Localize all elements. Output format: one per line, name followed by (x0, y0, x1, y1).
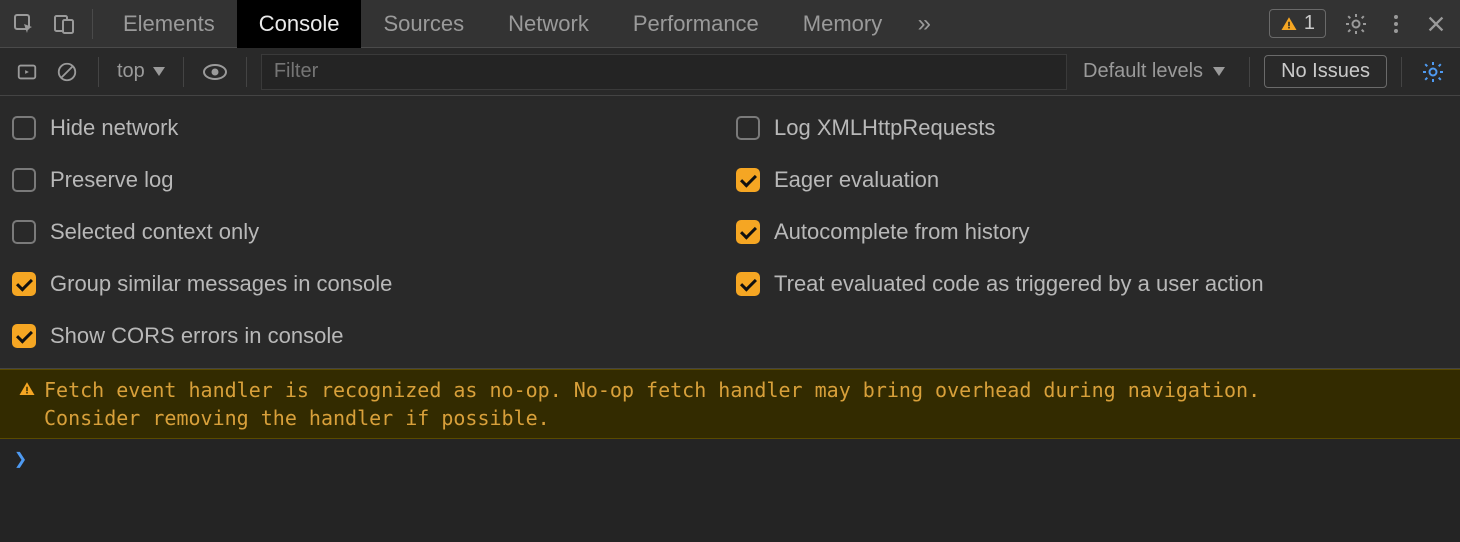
close-devtools-icon[interactable] (1416, 0, 1456, 48)
warning-icon (18, 380, 36, 398)
log-levels-selector[interactable]: Default levels (1073, 60, 1235, 83)
checkbox-label: Eager evaluation (774, 167, 939, 193)
checkbox[interactable] (12, 220, 36, 244)
context-selector[interactable]: top (113, 60, 169, 83)
setting-row: Log XMLHttpRequests (730, 102, 1454, 154)
chevron-down-icon (153, 67, 165, 76)
warnings-count: 1 (1304, 12, 1315, 35)
context-label: top (117, 60, 145, 83)
checkbox-label: Autocomplete from history (774, 219, 1030, 245)
console-toolbar: top Default levels No Issues (0, 48, 1460, 96)
divider (1249, 57, 1250, 87)
checkbox[interactable] (736, 116, 760, 140)
tab-sources[interactable]: Sources (361, 0, 486, 48)
tab-performance[interactable]: Performance (611, 0, 781, 48)
checkbox[interactable] (12, 116, 36, 140)
console-settings-gear-icon[interactable] (1416, 55, 1450, 89)
divider (183, 57, 184, 87)
tab-console[interactable]: Console (237, 0, 362, 48)
issues-label: No Issues (1281, 60, 1370, 82)
tab-memory[interactable]: Memory (781, 0, 904, 48)
prompt-chevron-icon: ❯ (10, 447, 27, 472)
checkbox[interactable] (736, 272, 760, 296)
device-toolbar-icon[interactable] (44, 0, 84, 48)
toggle-sidebar-icon[interactable] (10, 55, 44, 89)
chevron-down-icon (1213, 67, 1225, 76)
setting-row: Eager evaluation (730, 154, 1454, 206)
setting-row: Group similar messages in console (6, 258, 730, 310)
checkbox[interactable] (736, 220, 760, 244)
divider (1401, 57, 1402, 87)
live-expression-icon[interactable] (198, 55, 232, 89)
checkbox[interactable] (12, 272, 36, 296)
setting-row: Autocomplete from history (730, 206, 1454, 258)
checkbox-label: Show CORS errors in console (50, 323, 343, 349)
warning-message: Fetch event handler is recognized as no-… (44, 376, 1260, 432)
setting-row: Hide network (6, 102, 730, 154)
checkbox-label: Group similar messages in console (50, 271, 392, 297)
devtools-tab-bar: ElementsConsoleSourcesNetworkPerformance… (0, 0, 1460, 48)
checkbox[interactable] (12, 168, 36, 192)
setting-row: Treat evaluated code as triggered by a u… (730, 258, 1454, 310)
warnings-badge[interactable]: 1 (1269, 9, 1326, 38)
settings-gear-icon[interactable] (1336, 0, 1376, 48)
divider (98, 57, 99, 87)
checkbox-label: Selected context only (50, 219, 259, 245)
console-settings-panel: Hide network Log XMLHttpRequests Preserve … (0, 96, 1460, 369)
issues-button[interactable]: No Issues (1264, 55, 1387, 88)
inspect-element-icon[interactable] (4, 0, 44, 48)
checkbox-label: Hide network (50, 115, 178, 141)
kebab-menu-icon[interactable] (1376, 0, 1416, 48)
checkbox-label: Preserve log (50, 167, 174, 193)
setting-row (730, 310, 1454, 362)
tab-elements[interactable]: Elements (101, 0, 237, 48)
setting-row: Selected context only (6, 206, 730, 258)
setting-row: Preserve log (6, 154, 730, 206)
setting-row: Show CORS errors in console (6, 310, 730, 362)
checkbox-label: Treat evaluated code as triggered by a u… (774, 271, 1264, 297)
console-warning-row[interactable]: Fetch event handler is recognized as no-… (0, 369, 1460, 439)
divider (246, 57, 247, 87)
levels-label: Default levels (1083, 60, 1203, 83)
checkbox[interactable] (12, 324, 36, 348)
more-tabs-button[interactable]: » (904, 0, 944, 48)
filter-input[interactable] (261, 54, 1067, 90)
divider (92, 9, 93, 39)
console-prompt[interactable]: ❯ (0, 439, 1460, 480)
checkbox-label: Log XMLHttpRequests (774, 115, 995, 141)
clear-console-icon[interactable] (50, 55, 84, 89)
checkbox[interactable] (736, 168, 760, 192)
tab-network[interactable]: Network (486, 0, 611, 48)
